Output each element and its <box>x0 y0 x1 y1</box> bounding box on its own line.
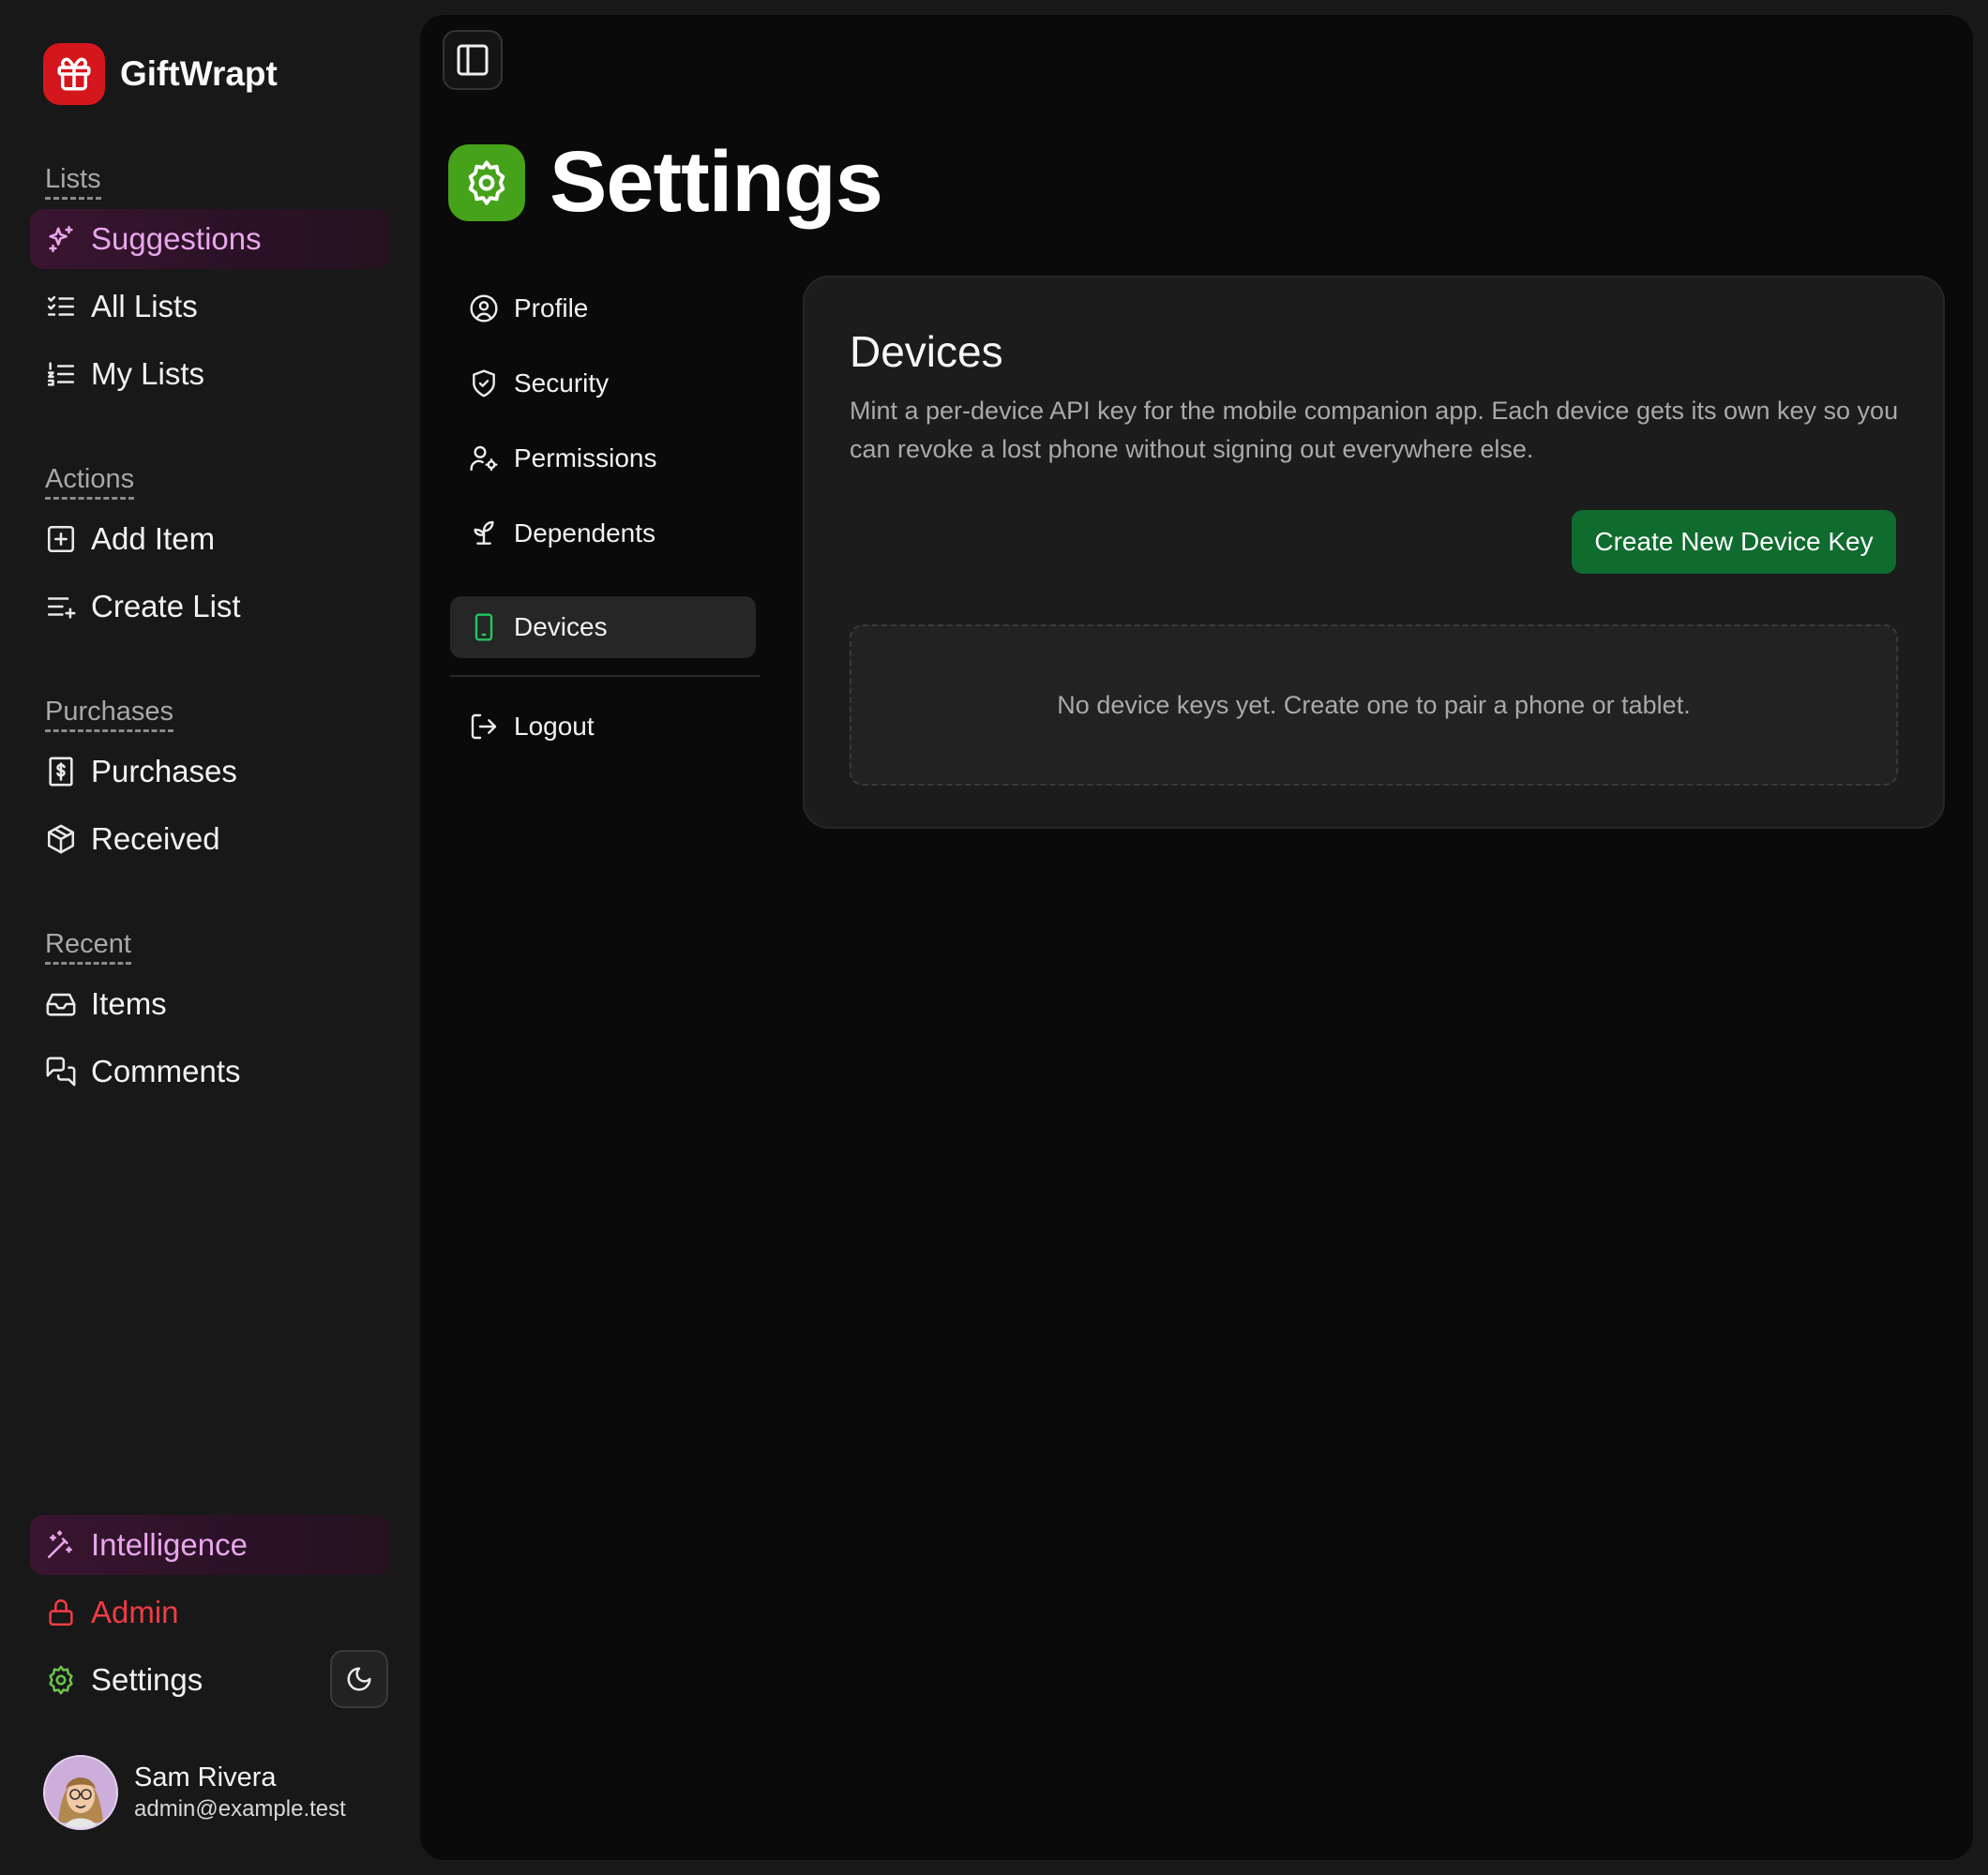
devices-title: Devices <box>850 327 1003 376</box>
sidebar-item-admin[interactable]: Admin <box>30 1582 390 1642</box>
user-name: Sam Rivera <box>134 1762 277 1792</box>
sidebar-item-label: Purchases <box>91 754 237 788</box>
sidebar-item-label: Items <box>91 986 167 1021</box>
section-label-purchases: Purchases <box>45 696 174 732</box>
panel-left-icon <box>457 44 489 76</box>
gear-icon <box>49 1665 73 1695</box>
settings-nav-logout[interactable]: Logout <box>450 696 756 758</box>
settings-nav-security[interactable]: Security <box>450 352 756 414</box>
user-text: Sam Rivera admin@example.test <box>134 1761 346 1824</box>
list-plus-icon <box>47 597 76 619</box>
sidebar-toggle-button[interactable] <box>443 30 503 90</box>
sidebar-item-comments[interactable]: Comments <box>30 1042 390 1102</box>
settings-nav-label: Security <box>514 368 610 398</box>
section-label-actions: Actions <box>45 463 135 500</box>
sidebar-item-suggestions[interactable]: Suggestions <box>30 209 390 269</box>
sidebar-item-intelligence[interactable]: Intelligence <box>30 1515 390 1575</box>
inbox-icon <box>46 993 76 1016</box>
plus-square-icon <box>47 525 75 553</box>
list-ordered-icon <box>47 362 75 386</box>
settings-nav-dependents[interactable]: Dependents <box>450 502 756 564</box>
sprout-icon <box>474 520 494 545</box>
sidebar-item-label: Comments <box>91 1054 241 1088</box>
user-profile[interactable]: Sam Rivera admin@example.test <box>43 1755 346 1830</box>
sidebar-item-received[interactable]: Received <box>30 809 390 869</box>
brand-name: GiftWrapt <box>120 54 278 93</box>
devices-description: Mint a per-device API key for the mobile… <box>850 397 1899 463</box>
sidebar-item-purchases[interactable]: Purchases <box>30 742 390 802</box>
settings-nav-divider <box>450 675 760 677</box>
sidebar-item-label: Intelligence <box>91 1527 248 1562</box>
sparkles-icon <box>49 225 73 253</box>
sidebar-item-create-list[interactable]: Create List <box>30 577 390 637</box>
settings-nav-label: Dependents <box>514 518 656 548</box>
messages-icon <box>46 1057 76 1087</box>
gift-icon <box>57 57 91 91</box>
sidebar-item-label: Admin <box>91 1595 179 1629</box>
theme-toggle-button[interactable] <box>330 1650 388 1708</box>
list-checks-icon <box>47 295 75 316</box>
settings-nav-profile[interactable]: Profile <box>450 278 756 339</box>
create-device-key-button[interactable]: Create New Device Key <box>1572 510 1896 574</box>
brand[interactable]: GiftWrapt <box>43 43 278 105</box>
section-label-lists: Lists <box>45 163 101 200</box>
sidebar-item-settings[interactable]: Settings <box>30 1650 311 1710</box>
sidebar-item-label: Create List <box>91 589 241 623</box>
sidebar-item-label: Received <box>91 821 220 856</box>
sidebar-item-label: Suggestions <box>91 221 262 256</box>
settings-nav-permissions[interactable]: Permissions <box>450 428 756 489</box>
settings-nav-label: Devices <box>514 612 608 641</box>
sidebar: GiftWrapt Lists Suggestions All Lists My… <box>0 0 420 1875</box>
user-circle-icon <box>470 294 498 322</box>
moon-icon <box>347 1667 371 1691</box>
section-label-recent: Recent <box>45 928 131 965</box>
settings-nav-label: Profile <box>514 293 589 322</box>
sidebar-item-label: My Lists <box>91 356 205 391</box>
sidebar-item-add-item[interactable]: Add Item <box>30 509 390 569</box>
avatar-illustration <box>45 1757 116 1828</box>
gear-icon <box>468 159 505 205</box>
main-panel: Settings Profile Security Permissions De… <box>420 15 1973 1860</box>
avatar <box>43 1755 118 1830</box>
brand-logo <box>43 43 105 105</box>
sidebar-item-my-lists[interactable]: My Lists <box>30 344 390 404</box>
lock-icon <box>49 1599 73 1627</box>
sidebar-item-label: Add Item <box>91 521 216 556</box>
user-email: admin@example.test <box>134 1796 346 1822</box>
smartphone-icon <box>474 613 493 641</box>
page-header: Settings <box>448 133 883 232</box>
page-title: Settings <box>550 134 883 230</box>
settings-nav-label: Permissions <box>514 443 657 472</box>
settings-nav-label: Logout <box>514 712 595 741</box>
settings-nav-devices[interactable]: Devices <box>450 596 756 658</box>
log-out-icon <box>471 713 497 740</box>
devices-empty-state: No device keys yet. Create one to pair a… <box>850 624 1898 786</box>
wand-sparkles-icon <box>47 1530 72 1559</box>
receipt-icon <box>49 757 73 787</box>
devices-card: Devices Mint a per-device API key for th… <box>803 276 1945 829</box>
sidebar-item-label: All Lists <box>91 289 198 323</box>
empty-message: No device keys yet. Create one to pair a… <box>1057 690 1691 719</box>
package-open-icon <box>47 824 75 854</box>
page-icon <box>448 143 525 221</box>
sidebar-item-items[interactable]: Items <box>30 974 390 1034</box>
sidebar-item-all-lists[interactable]: All Lists <box>30 277 390 337</box>
sidebar-item-label: Settings <box>91 1662 203 1697</box>
shield-check-icon <box>473 369 495 398</box>
user-cog-icon <box>470 445 498 472</box>
